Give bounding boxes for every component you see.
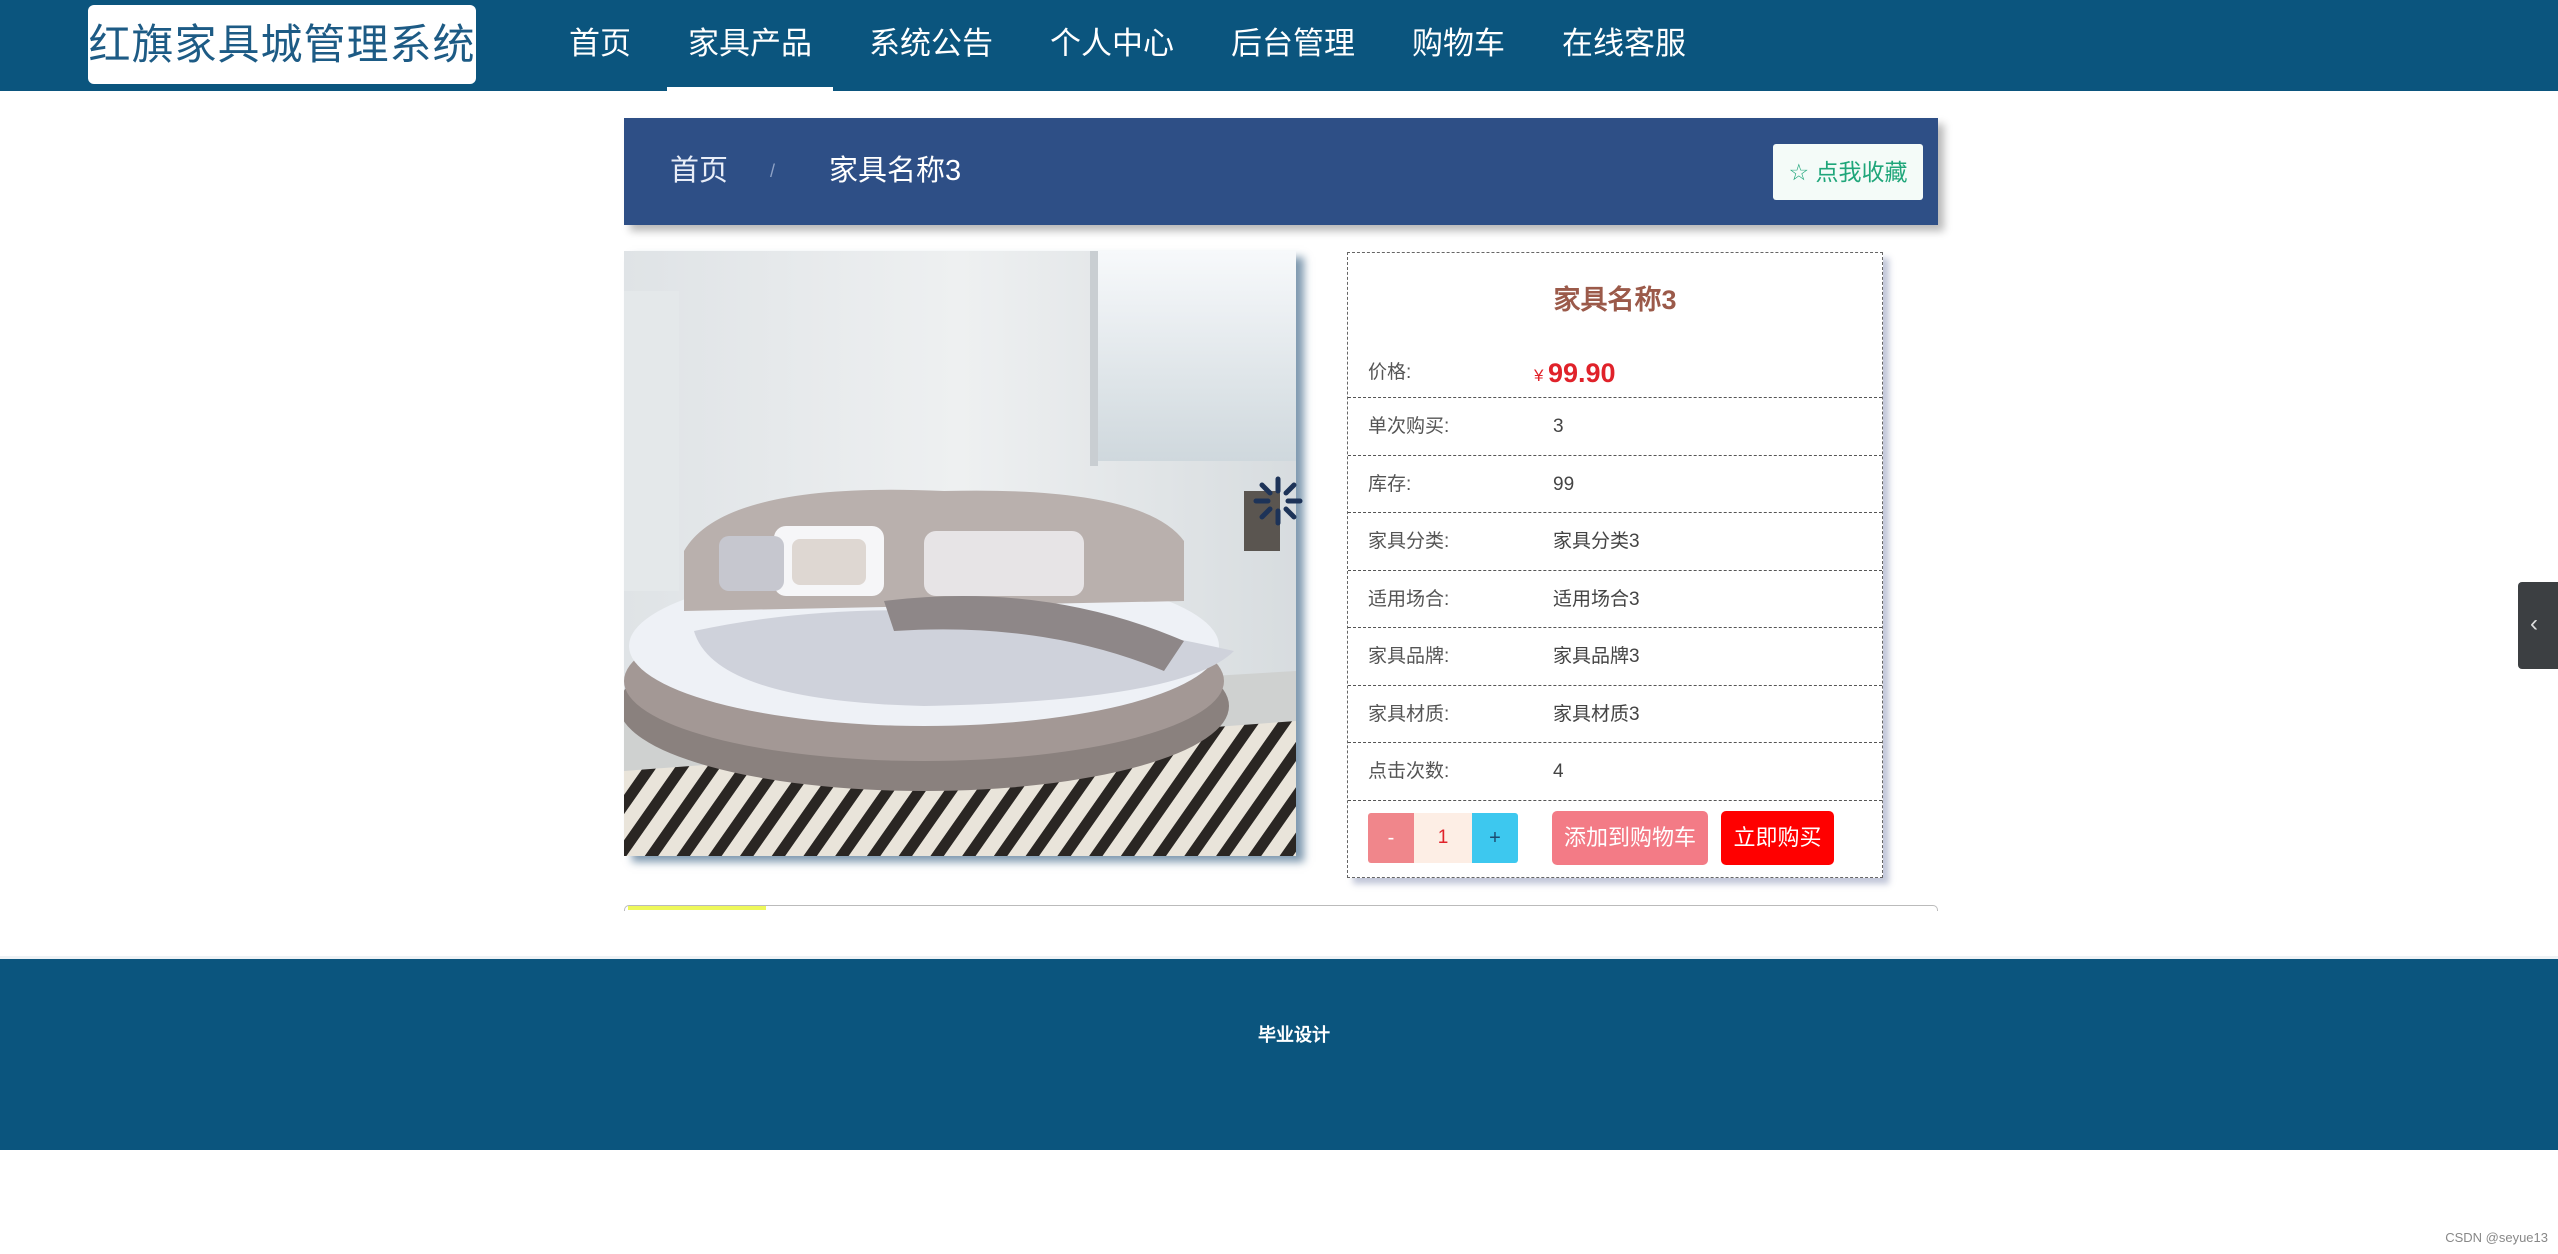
attr-row-per-purchase: 单次购买: 3 bbox=[1348, 398, 1882, 456]
product-image bbox=[624, 251, 1296, 856]
attr-value: 3 bbox=[1553, 416, 1564, 437]
currency-symbol: ¥ bbox=[1534, 366, 1544, 385]
attr-row-material: 家具材质: 家具材质3 bbox=[1348, 686, 1882, 743]
breadcrumb-home-link[interactable]: 首页 bbox=[670, 118, 728, 225]
price-value: 99.90 bbox=[1548, 358, 1616, 388]
attr-value: 家具分类3 bbox=[1553, 531, 1640, 552]
buy-now-button[interactable]: 立即购买 bbox=[1721, 811, 1834, 865]
attr-label: 适用场合: bbox=[1368, 588, 1450, 610]
attr-label: 家具材质: bbox=[1368, 703, 1450, 725]
attr-label: 库存: bbox=[1368, 473, 1412, 495]
quantity-increase-button[interactable]: + bbox=[1472, 813, 1518, 863]
side-panel-toggle[interactable]: ‹ bbox=[2518, 582, 2558, 669]
attr-value: 家具材质3 bbox=[1553, 703, 1640, 725]
quantity-input[interactable]: 1 bbox=[1414, 813, 1472, 863]
nav-item-cart[interactable]: 购物车 bbox=[1391, 0, 1526, 91]
footer-text: 毕业设计 bbox=[1258, 1025, 1330, 1045]
quantity-decrease-button[interactable]: - bbox=[1368, 813, 1414, 863]
top-navbar: 红旗家具城管理系统 首页 家具产品 系统公告 个人中心 后台管理 购物车 在线客… bbox=[0, 0, 2558, 91]
watermark: CSDN @seyue13 bbox=[2445, 1230, 2548, 1245]
quantity-stepper: - 1 + bbox=[1368, 813, 1518, 863]
nav-item-products[interactable]: 家具产品 bbox=[667, 0, 833, 91]
purchase-actions: - 1 + 添加到购物车 立即购买 bbox=[1348, 801, 1882, 877]
attr-row-occasion: 适用场合: 适用场合3 bbox=[1348, 571, 1882, 628]
attr-value: 99 bbox=[1553, 473, 1575, 495]
breadcrumb-separator: / bbox=[770, 161, 776, 181]
attr-label: 家具品牌: bbox=[1368, 646, 1450, 667]
site-logo-title[interactable]: 红旗家具城管理系统 bbox=[88, 5, 476, 84]
favorite-button[interactable]: ☆ 点我收藏 bbox=[1773, 144, 1923, 200]
attr-row-clicks: 点击次数: 4 bbox=[1348, 743, 1882, 801]
attr-row-category: 家具分类: 家具分类3 bbox=[1348, 513, 1882, 571]
nav-item-announcements[interactable]: 系统公告 bbox=[848, 0, 1014, 91]
attr-value: 4 bbox=[1553, 761, 1564, 782]
product-info-panel: 家具名称3 价格: ¥ 99.90 单次购买: 3 库存: 99 家具分类: 家… bbox=[1347, 252, 1883, 878]
attr-row-stock: 库存: 99 bbox=[1348, 456, 1882, 513]
attr-value: 家具品牌3 bbox=[1553, 646, 1640, 667]
nav-item-profile[interactable]: 个人中心 bbox=[1029, 0, 1195, 91]
attr-label: 家具分类: bbox=[1368, 531, 1450, 552]
add-to-cart-button[interactable]: 添加到购物车 bbox=[1552, 811, 1708, 865]
nav-item-admin[interactable]: 后台管理 bbox=[1210, 0, 1376, 91]
round-bed-photo-icon bbox=[624, 251, 1296, 856]
tab-highlight bbox=[628, 906, 766, 910]
attr-value: 适用场合3 bbox=[1553, 588, 1640, 610]
tab-strip-border bbox=[624, 905, 1938, 911]
product-name: 家具名称3 bbox=[1553, 285, 1677, 315]
price-row: 价格: ¥ 99.90 bbox=[1348, 348, 1882, 398]
main-nav: 首页 家具产品 系统公告 个人中心 后台管理 购物车 在线客服 bbox=[548, 0, 1722, 91]
nav-item-support[interactable]: 在线客服 bbox=[1541, 0, 1707, 91]
price-label: 价格: bbox=[1368, 362, 1412, 383]
breadcrumb-current: 家具名称3 bbox=[829, 155, 962, 187]
loading-spinner-icon bbox=[1253, 476, 1303, 526]
chevron-left-icon: ‹ bbox=[2530, 610, 2538, 637]
breadcrumb: 首页 / 家具名称3 ☆ 点我收藏 bbox=[624, 118, 1938, 225]
attr-row-brand: 家具品牌: 家具品牌3 bbox=[1348, 628, 1882, 686]
footer: 毕业设计 bbox=[0, 956, 2558, 1150]
attr-label: 单次购买: bbox=[1368, 416, 1450, 437]
nav-item-home[interactable]: 首页 bbox=[548, 0, 652, 91]
attr-label: 点击次数: bbox=[1368, 761, 1450, 782]
